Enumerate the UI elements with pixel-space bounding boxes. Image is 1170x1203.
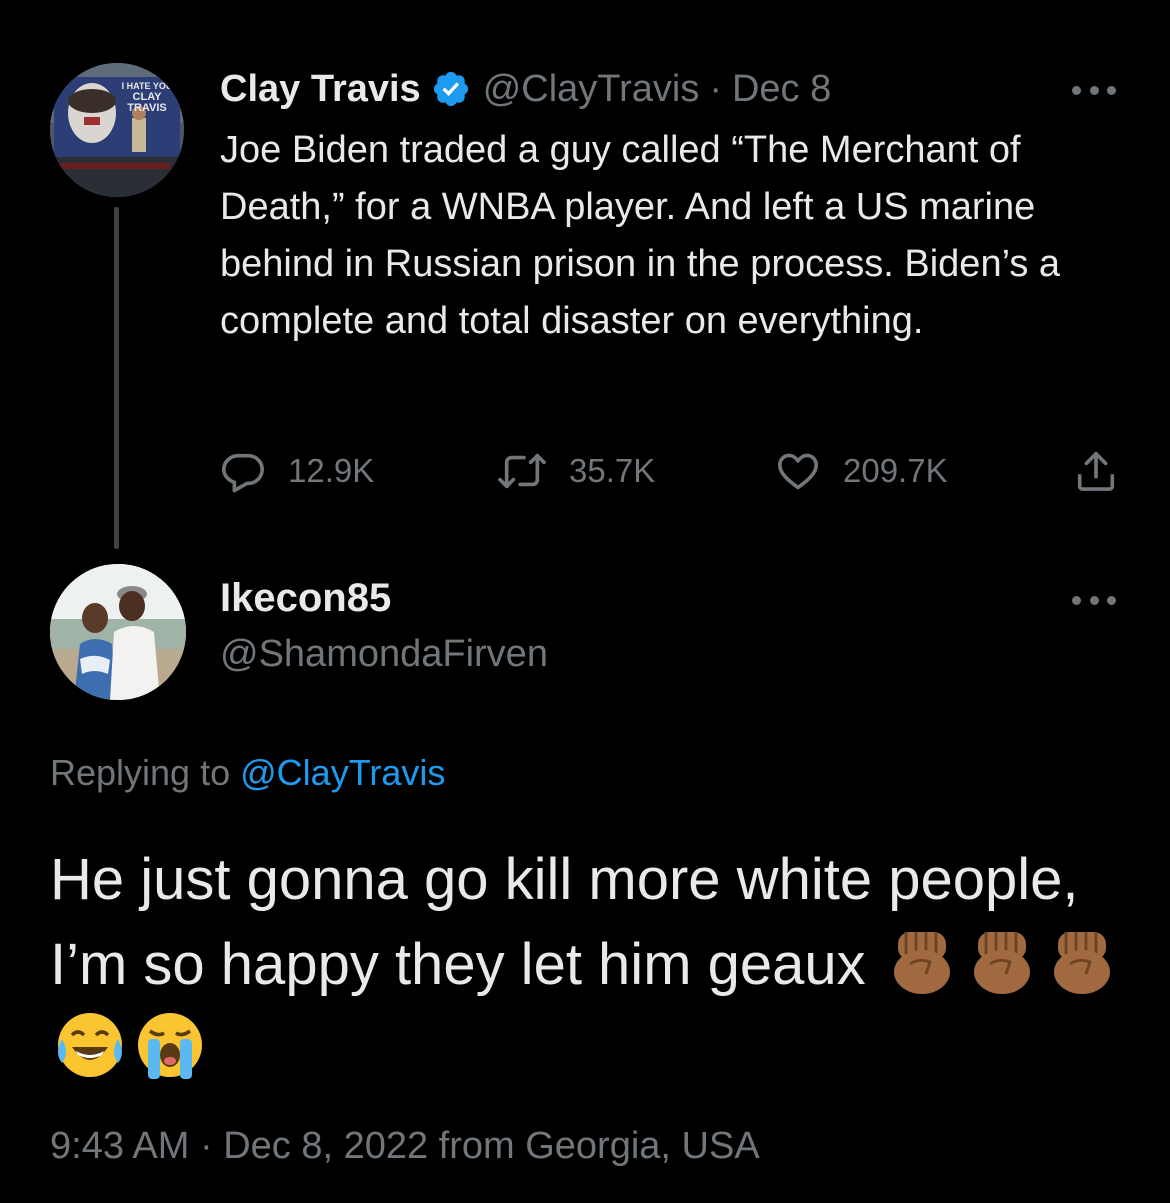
reply-handle[interactable]: @ShamondaFirven <box>220 633 548 676</box>
heart-icon <box>775 448 821 494</box>
verified-badge-icon <box>431 69 471 109</box>
reply-count: 12.9K <box>288 452 375 489</box>
thread-connector-line <box>114 207 119 549</box>
raised-fist-emoji-icon <box>882 920 962 1000</box>
replying-to-label: Replying to <box>50 752 231 793</box>
retweet-button[interactable]: 35.7K <box>497 445 655 497</box>
reply-display-name[interactable]: Ikecon85 <box>220 576 391 621</box>
reply-icon <box>220 448 266 494</box>
parent-date[interactable]: Dec 8 <box>732 68 831 111</box>
header-separator: · <box>709 67 722 110</box>
replying-to-line: Replying to @ClayTravis <box>50 752 445 794</box>
reply-timestamp[interactable]: 9:43 AM · Dec 8, 2022 from Georgia, USA <box>50 1125 760 1168</box>
retweet-count: 35.7K <box>569 452 656 489</box>
share-button[interactable] <box>1073 445 1119 497</box>
raised-fist-emoji-icon <box>962 920 1042 1000</box>
raised-fist-emoji-icon <box>1042 920 1122 1000</box>
avatar-sign-line: TRAVIS <box>127 102 167 114</box>
retweet-icon <box>497 448 547 494</box>
like-count: 209.7K <box>843 452 948 489</box>
reply-avatar[interactable] <box>50 564 186 700</box>
parent-display-name[interactable]: Clay Travis <box>220 68 421 111</box>
reply-button[interactable]: 12.9K <box>220 445 374 497</box>
parent-tweet-text: Joe Biden traded a guy called “The Merch… <box>220 129 1061 342</box>
like-button[interactable]: 209.7K <box>775 445 948 497</box>
replying-to-mention[interactable]: @ClayTravis <box>240 752 445 793</box>
more-options-icon[interactable] <box>1072 594 1116 606</box>
parent-avatar[interactable]: I HATE YOU CLAY TRAVIS <box>50 63 184 197</box>
share-icon <box>1073 448 1119 494</box>
avatar-photo <box>50 564 186 700</box>
reply-tweet-text: He just gonna go kill more white people,… <box>50 840 1130 1090</box>
avatar-sign-text: I HATE YOU CLAY TRAVIS <box>120 81 174 114</box>
loudly-crying-emoji-icon <box>130 1005 210 1085</box>
more-options-icon[interactable] <box>1072 84 1116 96</box>
tears-of-joy-emoji-icon <box>50 1005 130 1085</box>
parent-handle[interactable]: @ClayTravis <box>483 68 700 111</box>
parent-tweet-header: Clay Travis @ClayTravis · Dec 8 <box>220 64 831 114</box>
